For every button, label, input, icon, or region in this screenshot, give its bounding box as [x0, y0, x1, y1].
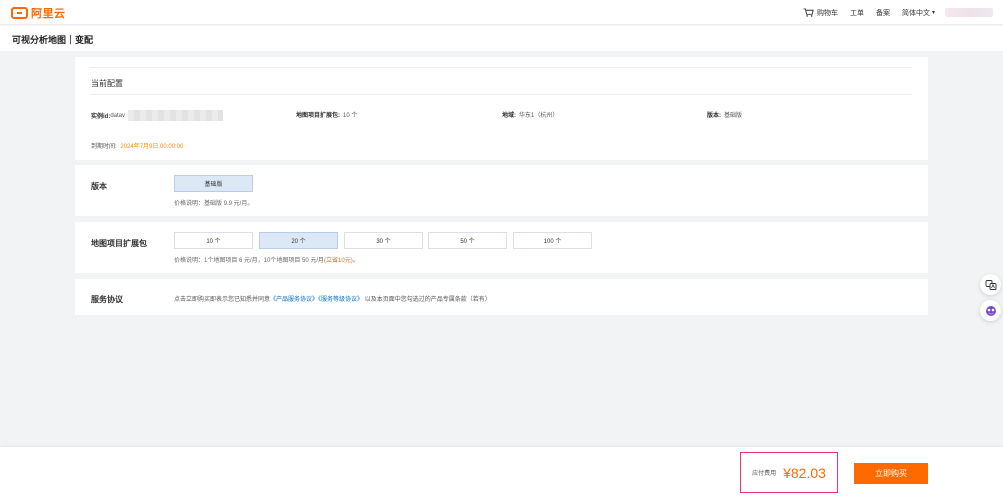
map-pkg-option-20[interactable]: 20 个: [259, 232, 338, 249]
agreement-text-after: 以及本页面中您勾选过的产品专属条款（若有）: [364, 297, 491, 303]
map-pkg-label: 地图项目扩展包:: [296, 113, 340, 119]
version-card: 版本 基础版 价格说明：基础版 9.9 元/月。: [75, 165, 928, 216]
map-pkg-price-hint: 价格说明：1个地图项目 6 元/月，10个地图项目 50 元/月(立省10元)。: [174, 255, 359, 264]
user-account[interactable]: [945, 8, 993, 17]
map-pkg-card: 地图项目扩展包 10 个 20 个 30 个 50 个 100 个 价格说明：1…: [75, 222, 928, 273]
language-label: 简体中文: [901, 9, 930, 17]
expire-value: 2024年7月9日 00:00:00: [120, 144, 184, 150]
agreement-section-label: 服务协议: [91, 295, 123, 304]
map-pkg-save-text: (立省10元): [324, 258, 353, 264]
aliyun-logo[interactable]: 阿里云: [11, 5, 66, 21]
instance-id-label: 实例id:: [91, 114, 111, 120]
cart-icon: [803, 8, 814, 17]
top-nav: 购物车 工单 备案 简体中文 ▾: [791, 0, 993, 25]
version-option-basic[interactable]: 基础版: [174, 175, 253, 192]
translate-icon: [985, 279, 996, 290]
checkout-bar: 应付费用 ¥82.03 立即购买: [0, 447, 1003, 500]
cart-label: 购物车: [816, 9, 838, 17]
map-pkg-option-30[interactable]: 30 个: [344, 232, 423, 249]
region-label: 地域:: [502, 113, 516, 119]
agreement-text: 点击立即购买即表示您已知悉并同意《产品服务协议》《服务等级协议》 以及本页面中您…: [174, 294, 491, 303]
instance-id-redacted: [128, 110, 224, 121]
float-ai-assistant-button[interactable]: [980, 300, 1001, 321]
region-value: 华东1（杭州）: [519, 113, 559, 119]
map-pkg-value: 10 个: [343, 113, 358, 119]
version-section-label: 版本: [91, 182, 107, 191]
aliyun-logo-icon: [11, 7, 28, 19]
version-price-hint: 价格说明：基础版 9.9 元/月。: [174, 201, 254, 207]
fee-amount: ¥82.03: [783, 464, 826, 481]
page-title-bar: 可视分析地图｜变配: [0, 26, 1003, 51]
buy-now-button[interactable]: 立即购买: [854, 463, 928, 484]
record-link[interactable]: 备案: [876, 8, 890, 18]
expire-label: 到期时间:: [91, 144, 117, 150]
map-pkg-option-50[interactable]: 50 个: [428, 232, 507, 249]
map-pkg-hint-end: 。: [352, 258, 359, 264]
caret-down-icon: ▾: [931, 10, 935, 16]
product-service-agreement-link[interactable]: 《产品服务协议》: [270, 297, 318, 303]
map-pkg-field: 地图项目扩展包: 10 个: [296, 110, 357, 119]
fee-label: 应付费用: [752, 471, 777, 477]
agreement-card: 服务协议 点击立即购买即表示您已知悉并同意《产品服务协议》《服务等级协议》 以及…: [75, 279, 928, 315]
map-pkg-option-100[interactable]: 100 个: [513, 232, 592, 249]
version-value: 基础版: [724, 113, 743, 119]
map-pkg-hint-text: 价格说明：1个地图项目 6 元/月，10个地图项目 50 元/月: [174, 258, 325, 264]
current-config-card: 当前配置 实例id: datav 地图项目扩展包: 10 个 地域: 华东1（杭…: [75, 57, 928, 160]
map-pkg-section-label: 地图项目扩展包: [91, 239, 147, 248]
ai-assistant-icon: [985, 305, 996, 316]
version-label: 版本:: [707, 113, 721, 119]
instance-id-value: datav: [110, 112, 126, 119]
language-switcher[interactable]: 简体中文 ▾: [902, 8, 935, 18]
logo-text: 阿里云: [31, 8, 66, 20]
region-field: 地域: 华东1（杭州）: [502, 110, 558, 119]
top-navbar: 阿里云 购物车 工单 备案 简体中文 ▾: [0, 0, 1003, 25]
agreement-text-before: 点击立即购买即表示您已知悉并同意: [174, 297, 271, 303]
instance-id-field: 实例id: datav: [91, 110, 224, 121]
map-pkg-option-10[interactable]: 10 个: [174, 232, 253, 249]
ticket-link[interactable]: 工单: [850, 8, 864, 18]
divider: [90, 67, 912, 68]
cart-link[interactable]: 购物车: [803, 8, 838, 18]
current-config-title: 当前配置: [91, 79, 123, 88]
divider: [90, 94, 912, 95]
version-field: 版本: 基础版: [707, 110, 742, 119]
expire-field: 到期时间: 2024年7月9日 00:00:00: [91, 141, 183, 150]
page-title: 可视分析地图｜变配: [12, 35, 94, 45]
float-translate-button[interactable]: [980, 274, 1001, 295]
fee-summary: 应付费用 ¥82.03: [740, 452, 838, 493]
service-level-agreement-link[interactable]: 《服务等级协议》: [318, 297, 363, 303]
